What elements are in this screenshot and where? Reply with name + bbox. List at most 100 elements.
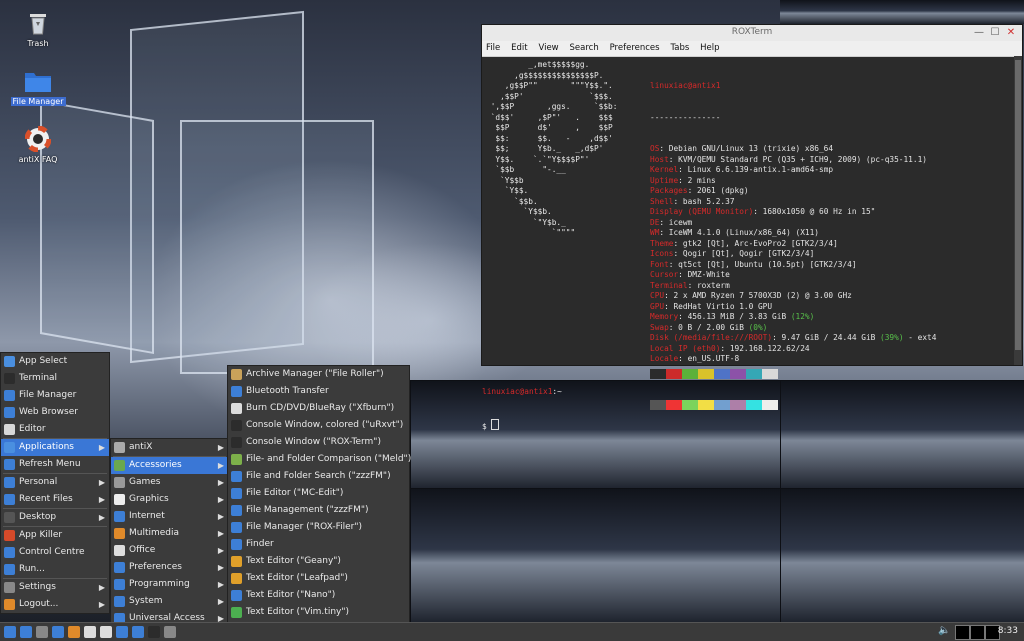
info-value: 0 B / 2.00 GiB [678, 322, 744, 332]
menu-item-multimedia[interactable]: Multimedia ▶ [111, 525, 228, 542]
menu-item-label: App Killer [19, 530, 63, 540]
menu-item-label: Games [129, 477, 161, 487]
menu-item-refresh-menu[interactable]: Refresh Menu [1, 456, 109, 473]
menu-preferences[interactable]: Preferences [606, 41, 664, 53]
menu-item-personal[interactable]: Personal ▶ [1, 474, 109, 491]
info-line: OS: Debian GNU/Linux 13 (trixie) x86_64 [650, 144, 936, 155]
main-menu: App Select Terminal File Manager Web Browse… [0, 352, 110, 614]
menu-item-file-editor-mc-edit[interactable]: File Editor ("MC-Edit") [228, 485, 409, 502]
menu-item-label: Text Editor ("Geany") [246, 556, 341, 566]
desktop-icon-trash[interactable]: Trash [2, 10, 74, 49]
info-value: qt5ct [Qt], Ubuntu (10.5pt) [GTK2/3/4] [678, 259, 857, 269]
apps-icon [4, 442, 15, 453]
menu-item-editor[interactable]: Editor [1, 421, 109, 438]
menu-item-internet[interactable]: Internet ▶ [111, 508, 228, 525]
menu-view[interactable]: View [534, 41, 562, 53]
rss-icon[interactable] [68, 626, 80, 638]
menu-item-programming[interactable]: Programming ▶ [111, 576, 228, 593]
menu-item-label: Accessories [129, 460, 182, 470]
settings-icon[interactable] [36, 626, 48, 638]
terminal-icon[interactable] [148, 626, 160, 638]
info-key: GPU [650, 301, 665, 311]
info-key: DE [650, 217, 660, 227]
menu-item-file-and-folder-comparison-meld[interactable]: File- and Folder Comparison ("Meld") [228, 451, 411, 468]
menu-item-antix[interactable]: antiX ▶ [111, 439, 228, 456]
menu-item-text-editor-leafpad[interactable]: Text Editor ("Leafpad") [228, 570, 409, 587]
info-separator: : [668, 154, 679, 164]
menu-item-archive-manager-file-roller[interactable]: Archive Manager ("File Roller") [228, 366, 409, 383]
info-separator: : [687, 186, 697, 195]
usb-icon[interactable] [100, 626, 112, 638]
menu-item-settings[interactable]: Settings ▶ [1, 579, 109, 596]
menu-edit[interactable]: Edit [507, 41, 531, 53]
menu-item-file-manager-rox-filer[interactable]: File Manager ("ROX-Filer") [228, 519, 409, 536]
logo-line: ,g$$P"" """Y$$.". [486, 81, 613, 90]
menu-item-logout[interactable]: Logout... ▶ [1, 596, 109, 613]
shell-prompt[interactable]: linuxiac@antix1:~ $ [482, 366, 562, 453]
menu-item-graphics[interactable]: Graphics ▶ [111, 491, 228, 508]
menu-item-file-and-folder-search-zzzfm[interactable]: File and Folder Search ("zzzFM") [228, 468, 409, 485]
menu-item-system[interactable]: System ▶ [111, 593, 228, 610]
info-separator: : [678, 165, 688, 174]
menu-item-app-killer[interactable]: App Killer [1, 527, 109, 544]
menu-item-app-select[interactable]: App Select [1, 353, 109, 370]
menu-item-bluetooth-transfer[interactable]: Bluetooth Transfer [228, 383, 409, 400]
menu-item-file-management-zzzfm[interactable]: File Management ("zzzFM") [228, 502, 409, 519]
info-value: 2061 (dpkg) [696, 186, 749, 195]
menu-item-text-editor-geany[interactable]: Text Editor ("Geany") [228, 553, 409, 570]
submenu-arrow-icon: ▶ [217, 546, 224, 555]
menu-item-office[interactable]: Office ▶ [111, 542, 228, 559]
menu-item-run[interactable]: Run... [1, 561, 109, 578]
menu-item-desktop[interactable]: Desktop ▶ [1, 509, 109, 526]
menu-tabs[interactable]: Tabs [666, 41, 693, 53]
menu-item-console-window-rox-term[interactable]: Console Window ("ROX-Term") [228, 434, 409, 451]
file-manager-icon[interactable] [52, 626, 64, 638]
menu-file[interactable]: File [482, 41, 504, 53]
network-icon[interactable] [20, 626, 32, 638]
close-button[interactable]: ✕ [1004, 26, 1018, 40]
menu-item-preferences[interactable]: Preferences ▶ [111, 559, 228, 576]
browser-icon[interactable] [132, 626, 144, 638]
window-titlebar[interactable]: ROXTerm — ☐ ✕ [482, 25, 1022, 41]
clock[interactable]: 8:33 [998, 626, 1018, 636]
menu-item-label: Refresh Menu [19, 459, 81, 469]
menu-item-console-window-colored-urxvt[interactable]: Console Window, colored ("uRxvt") [228, 417, 409, 434]
editor-icon[interactable] [84, 626, 96, 638]
maximize-button[interactable]: ☐ [988, 26, 1002, 40]
menu-item-text-editor-nano[interactable]: Text Editor ("Nano") [228, 587, 409, 604]
terminal-scrollbar[interactable] [1014, 56, 1022, 365]
screenshot-icon[interactable] [116, 626, 128, 638]
menu-item-terminal[interactable]: Terminal [1, 370, 109, 387]
workspace-2[interactable] [970, 625, 985, 640]
minimize-button[interactable]: — [972, 26, 986, 40]
desktop-icon-file-manager[interactable]: File Manager [2, 68, 74, 107]
menu-item-burn-cd-dvd-blueray-xfburn[interactable]: Burn CD/DVD/BlueRay ("Xfburn") [228, 400, 409, 417]
roxterm-window[interactable]: ROXTerm — ☐ ✕ File Edit View Search Pref… [481, 24, 1023, 431]
vim-icon [231, 607, 242, 618]
color-swatch [650, 400, 666, 410]
menu-help[interactable]: Help [696, 41, 723, 53]
menu-item-control-centre[interactable]: Control Centre [1, 544, 109, 561]
menu-item-label: Console Window ("ROX-Term") [246, 437, 381, 447]
info-key: Display (QEMU Monitor) [650, 207, 754, 216]
color-swatch [762, 400, 778, 410]
menu-item-games[interactable]: Games ▶ [111, 474, 228, 491]
workspace-1[interactable] [955, 625, 970, 640]
info-line: DE: icewm [650, 218, 936, 229]
desktop-icon-antix-faq[interactable]: antiX FAQ [2, 126, 74, 165]
menu-item-applications[interactable]: Applications ▶ [1, 439, 109, 456]
logout-icon [4, 599, 15, 610]
menu-item-finder[interactable]: Finder [228, 536, 409, 553]
menu-item-web-browser[interactable]: Web Browser [1, 404, 109, 421]
menu-search[interactable]: Search [566, 41, 603, 53]
menu-item-file-manager[interactable]: File Manager [1, 387, 109, 404]
menu-item-accessories[interactable]: Accessories ▶ [111, 457, 228, 474]
scrollbar-thumb[interactable] [1015, 60, 1021, 350]
trash-icon[interactable] [164, 626, 176, 638]
terminal-output[interactable]: _,met$$$$$gg. ,g$$$$$$$$$$$$$$$P. ,g$$P"… [482, 56, 1014, 431]
menu-item-text-editor-vim-tiny[interactable]: Text Editor ("Vim.tiny") [228, 604, 409, 621]
volume-icon[interactable]: 🔈 [938, 625, 950, 636]
menu-item-recent-files[interactable]: Recent Files ▶ [1, 491, 109, 508]
info-key: Shell [650, 196, 674, 206]
start-menu-icon[interactable] [4, 626, 16, 638]
